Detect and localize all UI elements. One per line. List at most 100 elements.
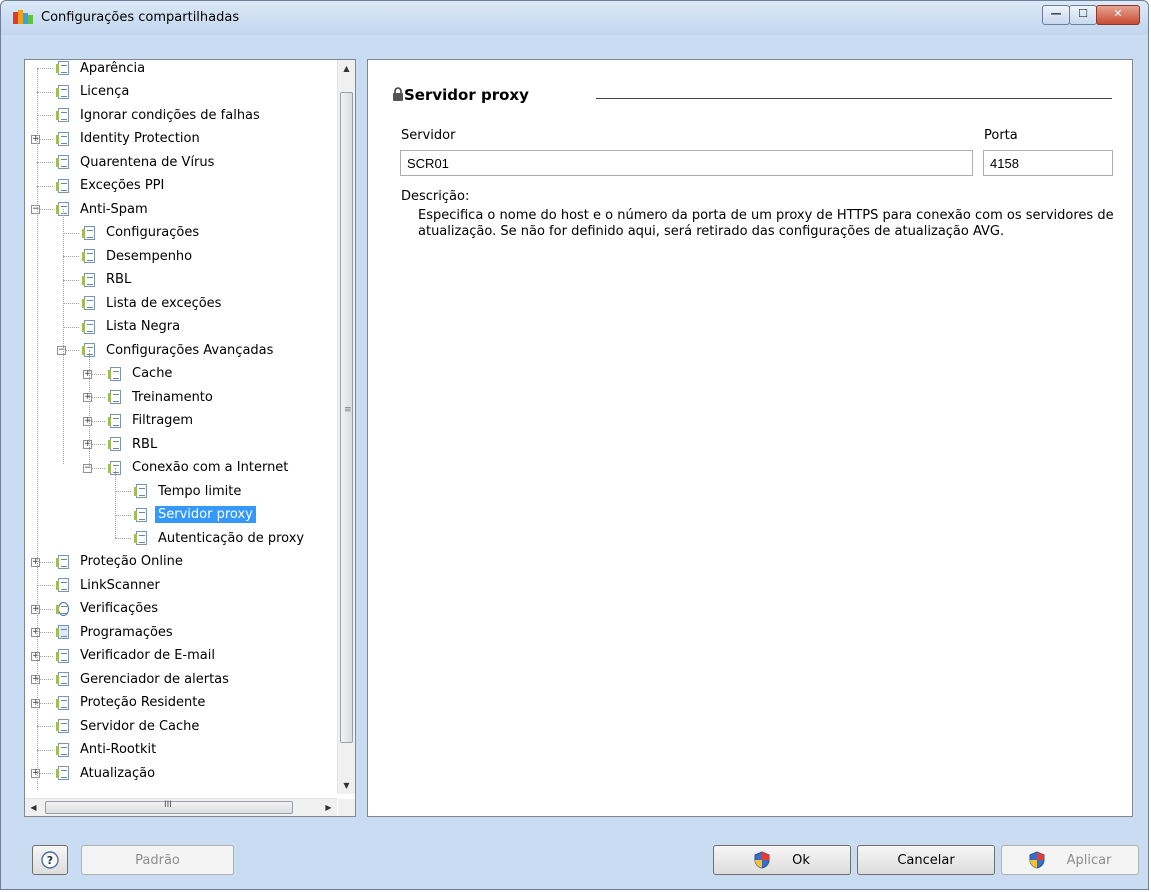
settings-page-icon — [107, 366, 123, 382]
expand-icon[interactable]: + — [31, 604, 40, 614]
server-input[interactable] — [400, 150, 973, 176]
tree-item[interactable]: Proteção Online — [55, 551, 186, 573]
tree-item-label: Autenticação de proxy — [158, 530, 305, 546]
tree-item[interactable]: Programações — [55, 621, 176, 643]
expand-icon[interactable]: + — [31, 675, 40, 684]
tree-connector — [37, 726, 53, 727]
tree-item[interactable]: LinkScanner — [55, 574, 163, 596]
close-button[interactable]: ✕ — [1096, 5, 1140, 25]
description-text: Especifica o nome do host e o número da … — [418, 208, 1114, 239]
ok-button[interactable]: Ok — [713, 845, 851, 875]
lock-icon — [393, 87, 403, 101]
tree-item[interactable]: Servidor de Cache — [55, 715, 202, 737]
tree-item-label: Tempo limite — [158, 483, 242, 499]
expand-icon[interactable]: + — [83, 440, 92, 449]
tree-item[interactable]: Identity Protection — [55, 128, 203, 150]
shield-icon — [1029, 851, 1045, 869]
settings-tree[interactable]: Aparência Licença Ignorar condições de fal… — [24, 59, 356, 817]
expand-icon[interactable]: + — [83, 369, 92, 379]
tree-item[interactable]: Configurações — [81, 222, 202, 244]
tree-connector — [63, 232, 79, 234]
expand-icon[interactable]: + — [31, 628, 40, 637]
tree-item[interactable]: Tempo limite — [133, 480, 244, 502]
tree-connector — [63, 279, 79, 281]
tree-viewport: Aparência Licença Ignorar condições de fal… — [25, 60, 331, 794]
tree-item[interactable]: Autenticação de proxy — [133, 527, 307, 549]
section-title: Servidor proxy — [404, 86, 529, 104]
tree-item-label: Exceções PPI — [80, 178, 165, 193]
tree-item[interactable]: Anti-Spam — [55, 198, 151, 220]
vertical-scroll-thumb[interactable]: ≡ — [340, 92, 353, 743]
tree-item-label: Lista Negra — [106, 319, 181, 334]
tree-item[interactable]: Lista de exceções — [81, 292, 224, 314]
apply-button[interactable]: Aplicar — [1001, 845, 1139, 875]
tree-item[interactable]: Cache — [107, 363, 175, 385]
maximize-button[interactable]: ☐ — [1069, 5, 1097, 25]
help-button[interactable]: ? — [32, 845, 68, 875]
tree-item[interactable]: Conexão com a Internet — [107, 457, 291, 479]
collapse-icon[interactable]: − — [57, 346, 66, 355]
settings-page-icon — [55, 84, 71, 100]
expand-icon[interactable]: + — [31, 698, 40, 708]
scroll-down-icon[interactable]: ▼ — [338, 777, 355, 794]
tree-item-label: Conexão com a Internet — [132, 460, 289, 475]
tree-connector — [37, 91, 53, 93]
section-divider — [596, 98, 1112, 99]
scroll-grip-icon: ≡ — [344, 405, 352, 415]
scroll-right-icon[interactable]: ▶ — [320, 799, 337, 816]
expand-icon[interactable]: + — [83, 416, 92, 426]
settings-page-icon — [81, 272, 97, 288]
minimize-button[interactable]: — — [1042, 5, 1070, 25]
tree-item[interactable]: Proteção Residente — [55, 692, 208, 714]
horizontal-scroll-thumb[interactable]: III — [45, 800, 293, 814]
tree-item[interactable]: Verificador de E-mail — [55, 645, 218, 667]
tree-connector — [63, 326, 79, 328]
tree-connector — [89, 350, 90, 468]
tree-item[interactable]: Atualização — [55, 762, 158, 784]
tree-item-label: RBL — [132, 436, 158, 452]
expand-icon[interactable]: + — [83, 393, 92, 402]
tree-item[interactable]: Verificações — [55, 598, 161, 620]
settings-page-icon — [133, 530, 149, 546]
tree-item[interactable]: Filtragem — [107, 410, 196, 432]
tree-item[interactable]: Desempenho — [81, 245, 195, 267]
scroll-left-icon[interactable]: ◀ — [25, 799, 42, 816]
settings-page-icon — [55, 60, 71, 76]
tree-item[interactable]: Quarentena de Vírus — [55, 151, 217, 173]
tree-item[interactable]: Treinamento — [107, 386, 216, 408]
tree-item[interactable]: Servidor proxy — [133, 504, 256, 526]
tree-item[interactable]: Licença — [55, 81, 132, 103]
tree-connector — [37, 585, 53, 586]
settings-page-icon — [107, 413, 123, 429]
tree-item[interactable]: RBL — [81, 269, 134, 291]
port-input[interactable] — [983, 150, 1113, 176]
settings-page-icon — [133, 507, 149, 523]
scroll-up-icon[interactable]: ▲ — [338, 60, 355, 77]
tree-horizontal-scrollbar[interactable]: ◀ III ▶ — [25, 798, 337, 816]
tree-item-label: RBL — [106, 272, 132, 287]
cancel-button[interactable]: Cancelar — [857, 845, 995, 875]
collapse-icon[interactable]: − — [83, 463, 92, 473]
tree-item[interactable]: Gerenciador de alertas — [55, 668, 232, 690]
tree-item-label: Proteção Residente — [80, 695, 206, 710]
tree-item[interactable]: Ignorar condições de falhas — [55, 104, 263, 126]
expand-icon[interactable]: + — [31, 651, 40, 661]
expand-icon[interactable]: + — [31, 557, 40, 567]
tree-item[interactable]: Lista Negra — [81, 316, 183, 338]
tree-item-label: Lista de exceções — [106, 295, 222, 311]
tree-item[interactable]: Exceções PPI — [55, 175, 167, 197]
title-bar[interactable]: Configurações compartilhadas — ☐ ✕ — [1, 1, 1148, 35]
tree-item[interactable]: Configurações Avançadas — [81, 339, 276, 361]
settings-page-icon — [81, 319, 97, 335]
default-button[interactable]: Padrão — [81, 845, 234, 875]
tree-vertical-scrollbar[interactable]: ▲ ≡ ▼ — [337, 60, 355, 794]
collapse-icon[interactable]: − — [31, 205, 40, 214]
tree-item[interactable]: Aparência — [55, 60, 148, 79]
tree-item-label: Aparência — [80, 60, 146, 76]
close-icon: ✕ — [1113, 7, 1123, 20]
expand-icon[interactable]: + — [31, 134, 40, 144]
tree-item[interactable]: Anti-Rootkit — [55, 739, 159, 761]
expand-icon[interactable]: + — [31, 769, 40, 778]
tree-item[interactable]: RBL — [107, 433, 160, 455]
tree-connector — [115, 538, 131, 539]
